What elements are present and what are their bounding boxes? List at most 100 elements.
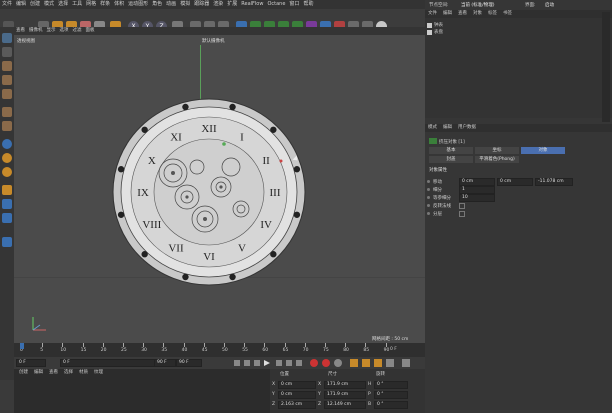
attribute-tab[interactable]: 模式	[425, 124, 440, 132]
prev-frame-icon[interactable]	[254, 360, 260, 366]
material-menu-item[interactable]: 查看	[46, 369, 61, 377]
polygons-icon[interactable]	[2, 89, 12, 99]
last-frame-icon[interactable]	[296, 360, 302, 366]
attribute-subtab[interactable]: 对象	[521, 147, 565, 154]
key-position-icon[interactable]	[350, 359, 358, 367]
object-list-item[interactable]: 表盘	[427, 29, 443, 35]
sculpt-icon[interactable]	[2, 199, 12, 209]
property-checkbox[interactable]	[459, 211, 465, 217]
viewport-menu-item[interactable]: 选项	[58, 27, 71, 35]
next-key-icon[interactable]	[286, 360, 292, 366]
checker-icon[interactable]	[2, 47, 12, 57]
coord-size-field[interactable]: 171.9 cm	[324, 381, 366, 389]
coord-position-field[interactable]: 0 cm	[278, 391, 316, 399]
property-checkbox[interactable]	[459, 203, 465, 209]
object-manager-tab[interactable]: 查看	[455, 10, 470, 18]
property-value-field[interactable]: -11.078 cm	[535, 178, 573, 186]
object-manager-tab[interactable]: 书签	[500, 10, 515, 18]
menu-item[interactable]: 编辑	[14, 0, 28, 9]
menu-item[interactable]: 扩展	[225, 0, 239, 9]
edges-icon[interactable]	[2, 75, 12, 85]
coord-rotation-field[interactable]: 0 °	[374, 401, 408, 409]
attribute-subtab[interactable]: 平滑着色(Phong)	[475, 156, 519, 163]
menu-item[interactable]: 渲染	[211, 0, 225, 9]
timeline-menu-icon[interactable]	[402, 359, 410, 367]
menu-item[interactable]: RealFlow	[239, 0, 265, 9]
points-icon[interactable]	[2, 61, 12, 71]
playhead[interactable]	[20, 343, 24, 349]
attribute-subtab[interactable]: 封盖	[429, 156, 473, 163]
current-frame-field[interactable]: 0 F	[60, 359, 168, 367]
property-value-field[interactable]: 10	[459, 194, 495, 202]
next-frame-icon[interactable]	[276, 360, 282, 366]
key-scale-icon[interactable]	[362, 359, 370, 367]
menu-item[interactable]: 模拟	[178, 0, 192, 9]
viewport-menu-item[interactable]: 面板	[84, 27, 97, 35]
menu-item[interactable]: 文件	[0, 0, 14, 9]
brush-icon[interactable]	[2, 213, 12, 223]
keyframe-dot-icon[interactable]	[427, 188, 430, 191]
menu-item[interactable]: 体积	[112, 0, 126, 9]
axis-icon[interactable]	[2, 121, 12, 131]
menu-item[interactable]: 模式	[42, 0, 56, 9]
coord-position-field[interactable]: 0 cm	[278, 381, 316, 389]
keyframe-dot-icon[interactable]	[427, 204, 430, 207]
keyframe-dot-icon[interactable]	[427, 196, 430, 199]
viewport-menu-item[interactable]: 摄像机	[27, 27, 45, 35]
keyframe-selection-icon[interactable]	[334, 359, 342, 367]
attribute-subtab[interactable]: 基本	[429, 147, 473, 154]
object-manager-tab[interactable]: 编辑	[440, 10, 455, 18]
play-icon[interactable]	[264, 360, 270, 366]
timeline[interactable]: 0 5 10 15 20 25 30 35 40 45 50 55 60 65 70 75 80 85 90 0 F	[14, 343, 425, 357]
end-frame-field-b[interactable]: 90 F	[176, 359, 202, 367]
menu-item[interactable]: 选择	[56, 0, 70, 9]
attribute-tab[interactable]: 编辑	[440, 124, 455, 132]
object-manager-tab[interactable]: 标签	[485, 10, 500, 18]
menu-item[interactable]: 动画	[164, 0, 178, 9]
coord-position-field[interactable]: 2.163 cm	[278, 401, 316, 409]
keyframe-dot-icon[interactable]	[427, 180, 430, 183]
end-frame-field-a[interactable]: 90 F	[154, 359, 176, 367]
menu-item[interactable]: 跟踪器	[192, 0, 211, 9]
object-manager-tab[interactable]: 文件	[425, 10, 440, 18]
material-menu-item[interactable]: 创建	[16, 369, 31, 377]
node-space-value[interactable]: 当前 (标准/物理)	[461, 2, 494, 8]
object-manager-tab[interactable]: 对象	[470, 10, 485, 18]
menu-item[interactable]: 创建	[28, 0, 42, 9]
keyframe-dot-icon[interactable]	[427, 212, 430, 215]
coord-size-field[interactable]: 12.149 cm	[324, 401, 366, 409]
autokey-icon[interactable]	[322, 359, 330, 367]
attribute-tab[interactable]: 用户数据	[455, 124, 479, 132]
menu-item[interactable]: 样条	[98, 0, 112, 9]
record-icon[interactable]	[310, 359, 318, 367]
viewport-menu-item[interactable]: 查看	[14, 27, 27, 35]
prev-key-icon[interactable]	[244, 360, 250, 366]
snap-icon[interactable]	[2, 139, 12, 149]
material-menu-item[interactable]: 选择	[61, 369, 76, 377]
paint-icon[interactable]	[2, 185, 12, 195]
menu-item[interactable]: Octane	[265, 0, 287, 9]
layout-value[interactable]: 启动	[545, 2, 554, 8]
coord-size-field[interactable]: 171.9 cm	[324, 391, 366, 399]
mode-icon[interactable]	[2, 33, 12, 43]
object-list-item[interactable]: 钟表	[427, 22, 443, 28]
lock-icon[interactable]	[2, 167, 12, 177]
key-param-icon[interactable]	[386, 359, 394, 367]
coord-rotation-field[interactable]: 0 °	[374, 391, 408, 399]
uv-icon[interactable]	[2, 107, 12, 117]
coord-rotation-field[interactable]: 0 °	[374, 381, 408, 389]
menu-item[interactable]: 帮助	[301, 0, 315, 9]
property-value-field[interactable]: 0 cm	[497, 178, 533, 186]
material-menu-item[interactable]: 纹理	[91, 369, 106, 377]
material-menu-item[interactable]: 编辑	[31, 369, 46, 377]
viewport-menu-item[interactable]: 显示	[45, 27, 58, 35]
menu-item[interactable]: 工具	[70, 0, 84, 9]
key-rotation-icon[interactable]	[374, 359, 382, 367]
clock-model[interactable]: XIIIIIIIIIVVVIVIIVIIIIXXXI	[111, 97, 307, 287]
property-value-field[interactable]: 0 cm	[459, 178, 495, 186]
property-value-field[interactable]: 1	[459, 186, 495, 194]
menu-item[interactable]: 窗口	[287, 0, 301, 9]
start-frame-field[interactable]: 0 F	[16, 359, 46, 367]
attribute-subtab[interactable]: 坐标	[475, 147, 519, 154]
viewport-menu-item[interactable]: 过滤	[71, 27, 84, 35]
